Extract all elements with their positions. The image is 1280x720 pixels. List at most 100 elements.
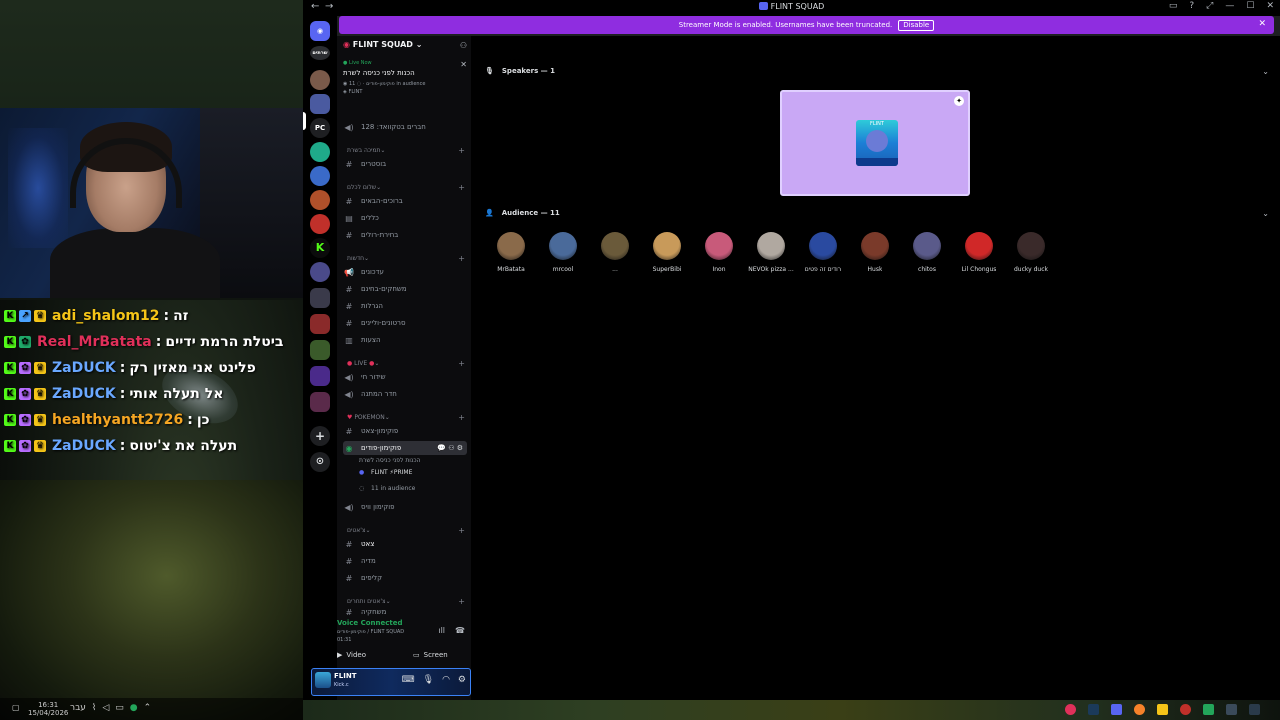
volume-icon[interactable]: ◁ [102,703,109,713]
add-channel-icon[interactable]: + [458,597,465,606]
screen-share-button[interactable]: ▭ Screen [413,648,448,662]
discord-taskbar-icon[interactable] [1111,704,1122,715]
stage-audience-count[interactable]: ◌ 11 in audience [359,482,469,494]
disconnect-icon[interactable]: ☎ [455,626,465,635]
audience-member[interactable]: MrBatata [485,232,537,273]
category-contests[interactable]: צ'אטים ותחרים ⌄ + [347,595,465,607]
channel-clips[interactable]: # קליפים [343,571,467,585]
firefox-icon[interactable] [1134,704,1145,715]
add-channel-icon[interactable]: + [458,359,465,368]
channel-rules[interactable]: ▤ כללים [343,211,467,225]
maximize-icon[interactable]: ☐ [1246,1,1254,11]
audience-member[interactable]: Lil Chongus [953,232,1005,273]
server-folder-icon[interactable] [310,366,330,386]
server-icon-flint-squad[interactable] [310,94,330,114]
signal-icon[interactable]: ıll [438,626,445,635]
channel-media[interactable]: # מדיה [343,554,467,568]
category-welcome[interactable]: שלום לכלם ⌄ + [347,181,465,193]
discord-home-icon[interactable]: ◉ [310,21,330,41]
disable-streamer-mode-button[interactable]: Disable [898,20,935,31]
category-chats[interactable]: צ'אטים ⌄ + [347,524,465,536]
chevron-down-icon[interactable]: ⌄ [1262,67,1269,76]
voice-channel-members[interactable]: ◀) חברים בטקוואד: 128 [343,120,467,134]
avatar[interactable] [315,672,331,688]
add-member-icon[interactable]: ⚇ [448,444,454,452]
settings-gear-icon[interactable]: ⚙ [458,675,466,685]
chat-bubble-icon[interactable]: 💬 [437,444,446,452]
headphones-icon[interactable]: ◠ [442,675,450,685]
add-server-icon[interactable]: + [310,426,330,446]
channel-chat[interactable]: # צאט [343,537,467,551]
add-channel-icon[interactable]: + [458,413,465,422]
tray-status-icon[interactable]: ● [130,703,138,713]
server-folder-icon[interactable] [310,288,330,308]
add-channel-icon[interactable]: + [458,146,465,155]
add-channel-icon[interactable]: + [458,254,465,263]
chevron-down-icon[interactable]: ⌄ [1262,209,1269,218]
minimize-icon[interactable]: — [1225,1,1234,11]
category-news[interactable]: חדשות ⌄ + [347,252,465,264]
speakers-header[interactable]: 🎙 Speakers — 1 ⌄ [485,64,1275,78]
server-icon[interactable] [310,142,330,162]
audience-member[interactable]: chitos [901,232,953,273]
server-icon[interactable] [310,166,330,186]
speaker-tile[interactable]: FLINT ✦ [780,90,970,196]
battery-icon[interactable]: ▭ [115,703,124,713]
discover-icon[interactable]: ⊙ [310,452,330,472]
app-icon[interactable] [1226,704,1237,715]
server-icon-pc[interactable]: PC [310,118,330,138]
channel-ideas[interactable]: ▥ הצעות [343,333,467,347]
stage-host[interactable]: ● FLINT ⚡PRIME [359,466,469,478]
folder-icon[interactable] [1157,704,1168,715]
audience-header[interactable]: 👤 Audience — 11 ⌄ [485,206,1275,220]
voice-connected-status[interactable]: Voice Connected [337,619,403,627]
server-icon[interactable] [310,214,330,234]
audience-member[interactable]: ducky duck [1005,232,1057,273]
channel-free-games[interactable]: # משחקים-בחינם [343,282,467,296]
app-icon[interactable] [1203,704,1214,715]
channel-updates[interactable]: 📢 עדכונים [343,265,467,279]
category-support[interactable]: תמיכה בשרת ⌄ + [347,144,465,156]
taskbar-clock[interactable]: 16:31 15/04/2026 [28,701,68,717]
audience-member[interactable]: NEVOk pizza ... [745,232,797,273]
audience-member[interactable]: Husk [849,232,901,273]
audience-member[interactable]: רודים זה פטים [797,232,849,273]
channel-roles[interactable]: # בחירת-רולים [343,228,467,242]
user-panel[interactable]: FLINT Kick.c ⌨ 🎙 ◠ ⚙ [311,668,471,696]
tray-chevron-icon[interactable]: ⌃ [144,703,152,713]
voice-channel-path[interactable]: פוקימון-פודים / FLINT SQUAD [337,629,404,635]
server-label-icon[interactable]: שרתים [310,46,330,60]
audience-member[interactable]: mrcool [537,232,589,273]
channel-pokemon-stage[interactable]: ◉ פוקימון-פודים 💬 ⚇ ⚙ [343,441,467,455]
channel-live[interactable]: ◀) שידור חי [343,370,467,384]
server-folder-icon[interactable] [310,314,330,334]
channel-welcome[interactable]: # ברוכים-הבאים [343,194,467,208]
audience-member[interactable]: Inon [693,232,745,273]
banner-close-icon[interactable]: ✕ [1258,19,1266,29]
server-header[interactable]: ◉ FLINT SQUAD ⌄ ⚇ [343,40,467,54]
app-icon[interactable] [1249,704,1260,715]
popout-icon[interactable]: ⤢ [1206,1,1213,11]
channel-videos[interactable]: # סרטונים-וליינים [343,316,467,330]
audience-member[interactable]: ... [589,232,641,273]
channel-giveaways[interactable]: # הגרלות [343,299,467,313]
add-channel-icon[interactable]: + [458,183,465,192]
category-live[interactable]: ● LIVE ● ⌄ + [347,357,465,369]
server-folder-icon[interactable] [310,392,330,412]
video-button[interactable]: ▶ Video [337,648,366,662]
settings-gear-icon[interactable]: ⚙ [457,444,463,452]
invite-icon[interactable]: ⚇ [460,41,467,50]
server-folder-icon[interactable] [310,340,330,360]
wifi-icon[interactable]: ⌇ [92,703,96,713]
close-icon[interactable]: ✕ [460,60,467,69]
live-now-card[interactable]: ● Live Now הכנות לפני כניסה לשרת ◉ פוקימ… [343,60,469,110]
channel-waiting-room[interactable]: ◀) חדר המתנה [343,387,467,401]
audience-member[interactable]: SuperBibi [641,232,693,273]
channel-boosters[interactable]: # בוסטרים [343,157,467,171]
gamepad-icon[interactable]: ⌨ [402,675,415,685]
inbox-icon[interactable]: ▭ [1169,1,1178,11]
steam-icon[interactable] [1088,704,1099,715]
category-pokemon[interactable]: ♥ POKEMON ⌄ + [347,411,465,423]
help-icon[interactable]: ? [1189,1,1194,11]
microphone-icon[interactable]: 🎙 [423,675,434,685]
